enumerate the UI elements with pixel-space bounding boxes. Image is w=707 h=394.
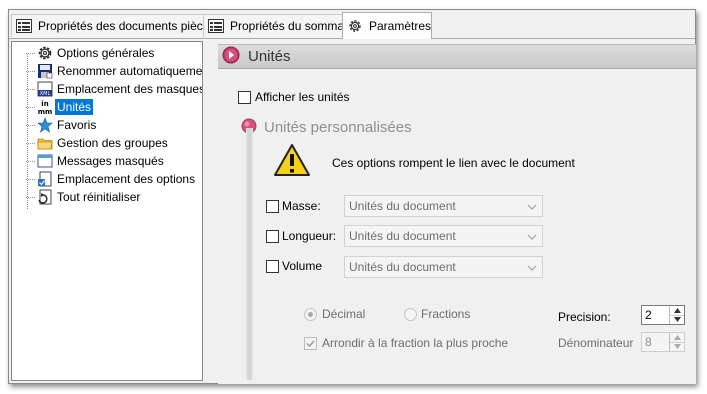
length-label: Longueur: — [282, 229, 337, 243]
section-bar — [246, 128, 253, 380]
settings-window: Propriétés des documents pièces Propriét… — [8, 9, 696, 384]
show-units-label: Afficher les unités — [255, 90, 350, 104]
chevron-down-icon — [527, 262, 537, 276]
chevron-down-icon — [527, 231, 537, 245]
round-fraction-checkbox[interactable] — [304, 337, 317, 350]
custom-units-title: Unités personnalisées — [264, 119, 412, 136]
tree-item-favorites[interactable]: Favoris — [26, 116, 98, 134]
fractions-radio[interactable] — [404, 308, 417, 321]
volume-label: Volume — [282, 259, 323, 273]
spin-down-icon[interactable] — [670, 342, 684, 351]
show-units-checkbox[interactable] — [238, 91, 251, 104]
round-fraction-label: Arrondir à la fraction la plus proche — [322, 336, 509, 350]
chevron-down-icon — [527, 201, 537, 215]
rename-save-icon — [37, 63, 53, 79]
tab-label: Paramètres — [369, 19, 432, 33]
tab-bar: Propriétés des documents pièces Propriét… — [9, 10, 695, 39]
warning-icon — [273, 143, 311, 180]
window-icon — [37, 153, 53, 169]
tab-label: Propriétés des documents pièces — [38, 19, 216, 33]
tab-summary-properties[interactable]: Propriétés du sommaire — [203, 14, 357, 37]
collapse-arrow-icon[interactable] — [222, 46, 240, 67]
svg-text:in: in — [41, 100, 48, 108]
gear-icon — [347, 18, 363, 34]
spin-down-icon[interactable] — [670, 315, 684, 324]
denominator-label: Dénominateur — [558, 336, 634, 350]
tree-item-group-management[interactable]: Gestion des groupes — [26, 134, 170, 152]
star-icon — [37, 117, 53, 133]
units-icon: in mm — [37, 99, 53, 115]
length-checkbox[interactable] — [266, 230, 279, 243]
pane-splitter[interactable] — [205, 41, 209, 381]
xml-template-icon: XML — [37, 81, 53, 97]
tab-document-properties[interactable]: Propriétés des documents pièces — [11, 14, 215, 37]
tab-settings[interactable]: Paramètres — [342, 12, 432, 39]
tab-label: Propriétés du sommaire — [230, 19, 358, 33]
volume-units-select[interactable]: Unités du document — [344, 256, 543, 278]
tree-item-general-options[interactable]: Options générales — [26, 44, 156, 62]
mass-label: Masse: — [282, 199, 321, 213]
tree-item-reset-all[interactable]: Tout réinitialiser — [26, 188, 142, 206]
properties-sheet-icon — [208, 19, 224, 33]
tree-item-auto-rename[interactable]: Renommer automatiquement le — [26, 62, 202, 80]
precision-spinner[interactable]: 2 — [641, 305, 685, 325]
gear-icon — [37, 45, 53, 61]
tree-item-smart-templates[interactable]: XML Emplacement des masques Sma — [26, 80, 202, 98]
decimal-radio[interactable] — [304, 308, 317, 321]
decimal-label: Décimal — [322, 307, 366, 321]
warning-text: Ces options rompent le lien avec le docu… — [332, 156, 575, 170]
svg-text:XML: XML — [40, 91, 51, 97]
panel-header: Unités — [218, 44, 696, 69]
properties-sheet-icon — [16, 19, 32, 33]
options-file-icon — [37, 171, 53, 187]
folder-icon — [37, 135, 53, 151]
mass-checkbox[interactable] — [266, 200, 279, 213]
mass-units-select[interactable]: Unités du document — [344, 195, 543, 217]
reset-icon — [37, 189, 53, 205]
tree-item-options-location[interactable]: Emplacement des options — [26, 170, 197, 188]
fractions-label: Fractions — [421, 307, 471, 321]
units-panel: Unités Afficher les unités Unités person… — [218, 44, 696, 384]
precision-label: Precision: — [558, 310, 611, 324]
options-tree: Options générales Renommer automatiqueme… — [11, 41, 203, 381]
tree-item-units[interactable]: in mm Unités — [26, 98, 94, 116]
volume-checkbox[interactable] — [266, 260, 279, 273]
panel-title: Unités — [248, 48, 291, 65]
length-units-select[interactable]: Unités du document — [344, 225, 543, 247]
denominator-spinner[interactable]: 8 — [641, 332, 685, 352]
svg-text:mm: mm — [38, 108, 53, 115]
tree-item-hidden-messages[interactable]: Messages masqués — [26, 152, 166, 170]
